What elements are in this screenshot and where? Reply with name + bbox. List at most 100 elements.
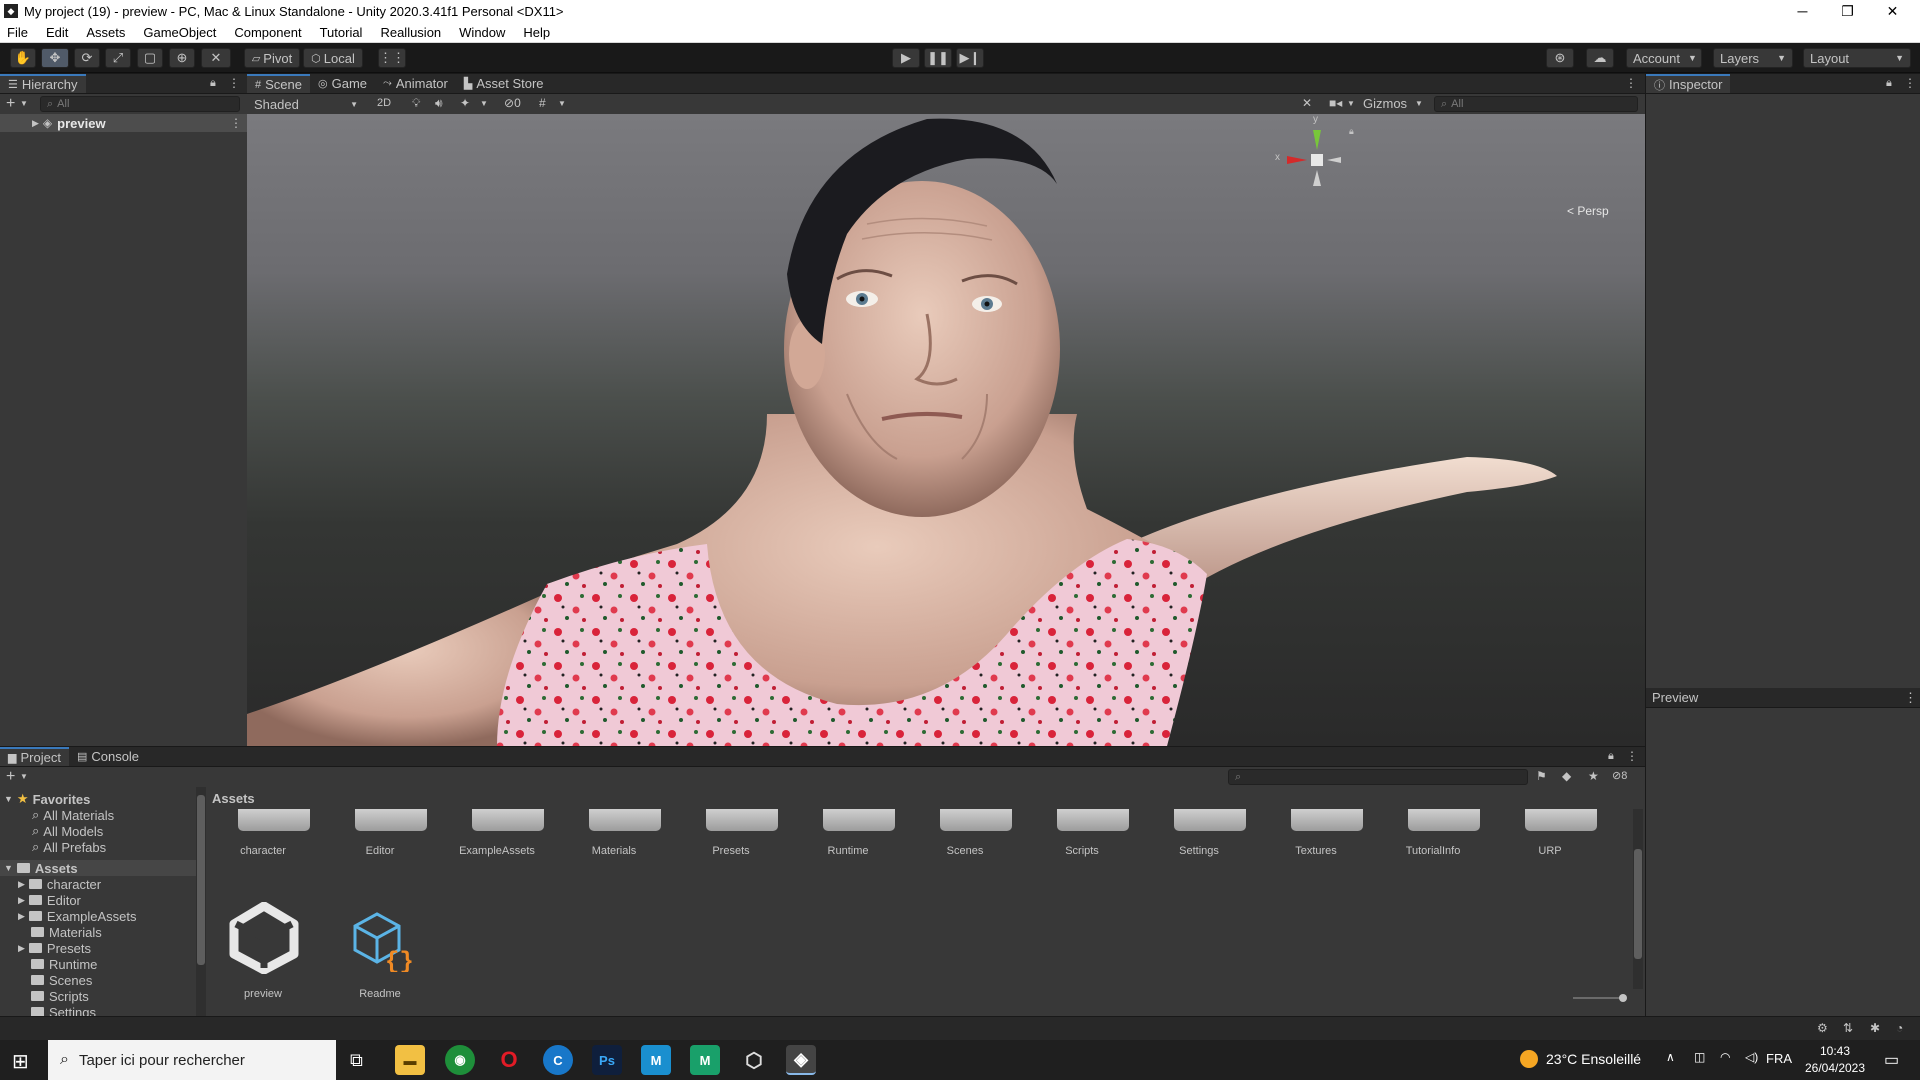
create-asset-icon[interactable]: + — [6, 768, 15, 786]
mode-2d-toggle[interactable]: 2D — [377, 97, 391, 109]
layers-dropdown[interactable]: Layers ▼ — [1713, 48, 1793, 68]
search-by-label-icon[interactable]: ◆ — [1562, 769, 1571, 783]
favorite-all-prefabs[interactable]: ⌕ All Prefabs — [0, 839, 106, 855]
language-indicator[interactable]: FRA — [1766, 1051, 1792, 1066]
kebab-menu-icon[interactable]: ⋮ — [1904, 76, 1916, 90]
play-button[interactable]: ▶ — [892, 48, 920, 68]
weather-sun-icon[interactable] — [1520, 1050, 1538, 1068]
unity-hub-icon[interactable]: ⬡ — [739, 1045, 769, 1075]
lock-icon[interactable]: 🔒︎ — [1886, 77, 1892, 90]
auto-generate-lighting-icon[interactable]: ⚙ — [1817, 1021, 1828, 1035]
menu-window[interactable]: Window — [450, 25, 514, 40]
tree-folder-materials[interactable]: Materials — [0, 924, 102, 940]
tree-folder-presets[interactable]: ▶ Presets — [0, 940, 91, 956]
grid-folder-tutorialinfo[interactable]: TutorialInfo — [1378, 809, 1488, 879]
grid-file-readme[interactable]: {} Readme — [325, 902, 435, 1002]
camera-icon[interactable]: ■◂ — [1329, 96, 1342, 110]
add-object-icon[interactable]: + — [6, 95, 15, 113]
kebab-menu-icon[interactable]: ⋮ — [1626, 749, 1638, 763]
app-m-icon[interactable]: M — [641, 1045, 671, 1075]
caret-down-icon[interactable]: ▼ — [1415, 99, 1423, 108]
grid-folder-scripts[interactable]: Scripts — [1027, 809, 1137, 879]
preview-header[interactable]: Preview ⋮ — [1646, 688, 1920, 708]
audio-toggle-icon[interactable]: 🔊︎ — [435, 96, 443, 111]
grid-file-preview[interactable]: preview — [208, 902, 318, 1002]
kebab-menu-icon[interactable]: ⋮ — [1625, 76, 1637, 90]
notifications-icon[interactable]: ▭ — [1884, 1050, 1899, 1070]
volume-icon[interactable]: ◁) — [1745, 1050, 1758, 1064]
maximize-button[interactable]: ❐ — [1825, 0, 1870, 22]
shading-mode-dropdown[interactable]: Shaded ▼ — [250, 95, 362, 113]
progress-icon[interactable]: ◔ — [1896, 1021, 1903, 1035]
slider-thumb[interactable] — [1619, 994, 1627, 1002]
tray-chevron-icon[interactable]: ∧ — [1666, 1050, 1675, 1064]
expand-arrow-icon[interactable]: ▼ — [4, 863, 13, 873]
expand-arrow-icon[interactable]: ▶ — [18, 879, 25, 890]
tab-game[interactable]: ◎ Game — [310, 74, 375, 93]
layout-dropdown[interactable]: Layout ▼ — [1803, 48, 1911, 68]
favorite-all-materials[interactable]: ⌕ All Materials — [0, 807, 114, 823]
unity-editor-icon[interactable]: ◈ — [786, 1045, 816, 1075]
kebab-menu-icon[interactable]: ⋮ — [228, 76, 240, 90]
menu-reallusion[interactable]: Reallusion — [371, 25, 450, 40]
debug-mode-icon[interactable]: ✱ — [1870, 1021, 1880, 1035]
kebab-menu-icon[interactable]: ⋮ — [230, 116, 242, 130]
gizmos-dropdown[interactable]: Gizmos — [1363, 96, 1407, 111]
grid-snap-icon[interactable]: ⋮⋮ — [378, 48, 406, 68]
hand-tool-icon[interactable]: ✋ — [10, 48, 36, 68]
pivot-toggle[interactable]: ▱ Pivot — [244, 48, 300, 68]
close-button[interactable]: ✕ — [1870, 0, 1915, 22]
grid-folder-presets[interactable]: Presets — [676, 809, 786, 879]
lock-icon[interactable]: 🔒︎ — [1608, 750, 1614, 763]
lock-icon[interactable]: 🔒︎ — [1349, 126, 1354, 137]
expand-arrow-icon[interactable]: ▶ — [32, 118, 39, 129]
lock-icon[interactable]: 🔒︎ — [210, 77, 216, 90]
network-icon[interactable]: ◫ — [1694, 1050, 1705, 1064]
cortana-icon[interactable]: C — [543, 1045, 573, 1075]
clock[interactable]: 10:43 26/04/2023 — [1800, 1043, 1870, 1077]
file-explorer-icon[interactable]: ▬ — [395, 1045, 425, 1075]
cloud-icon[interactable]: ☁ — [1586, 48, 1614, 68]
tree-folder-exampleassets[interactable]: ▶ ExampleAssets — [0, 908, 137, 924]
windows-start-icon[interactable]: ⊞ — [12, 1049, 29, 1074]
photoshop-icon[interactable]: Ps — [592, 1045, 622, 1075]
tree-folder-scripts[interactable]: Scripts — [0, 988, 89, 1004]
caret-down-icon[interactable]: ▼ — [558, 99, 566, 108]
scene-viewport[interactable]: y x 🔒︎ < Persp — [247, 114, 1645, 746]
effects-toggle-icon[interactable]: ✦ — [460, 96, 470, 110]
chrome-icon[interactable]: ◉ — [445, 1045, 475, 1075]
hidden-objects-toggle[interactable]: ⊘0 — [504, 96, 521, 110]
tree-folder-editor[interactable]: ▶ Editor — [0, 892, 81, 908]
hierarchy-item-preview[interactable]: ▶ ◈ preview ⋮ — [0, 114, 247, 132]
local-toggle[interactable]: ⬡ Local — [303, 48, 363, 68]
collab-status-icon[interactable]: ⇅ — [1843, 1021, 1853, 1035]
hidden-packages-toggle[interactable]: ⊘8 — [1612, 769, 1627, 782]
grid-folder-urp[interactable]: URP — [1495, 809, 1605, 879]
favorite-all-models[interactable]: ⌕ All Models — [0, 823, 103, 839]
tree-folder-character[interactable]: ▶ character — [0, 876, 101, 892]
menu-help[interactable]: Help — [514, 25, 559, 40]
weather-text[interactable]: 23°C Ensoleillé — [1546, 1051, 1641, 1067]
opera-icon[interactable]: O — [494, 1045, 524, 1075]
menu-file[interactable]: File — [0, 25, 37, 40]
tree-folder-settings[interactable]: Settings — [0, 1004, 96, 1016]
grid-folder-character[interactable]: character — [208, 809, 318, 879]
tools-icon[interactable]: ✕ — [1302, 96, 1312, 110]
grid-folder-exampleassets[interactable]: ExampleAssets — [442, 809, 552, 879]
tree-folder-scenes[interactable]: Scenes — [0, 972, 92, 988]
grid-folder-textures[interactable]: Textures — [1261, 809, 1371, 879]
hierarchy-search-input[interactable]: ⌕ All — [40, 96, 240, 112]
move-tool-icon[interactable]: ✥ — [41, 48, 69, 68]
breadcrumb[interactable]: Assets — [212, 791, 255, 806]
tab-console[interactable]: ▤ Console — [69, 747, 147, 766]
tab-asset-store[interactable]: ▙ Asset Store — [456, 74, 552, 93]
icon-size-slider[interactable] — [1573, 994, 1633, 1002]
tree-folder-runtime[interactable]: Runtime — [0, 956, 97, 972]
minimize-button[interactable]: ─ — [1780, 0, 1825, 22]
account-dropdown[interactable]: Account ▼ — [1626, 48, 1702, 68]
transform-tool-icon[interactable]: ⊕ — [169, 48, 195, 68]
grid-folder-runtime[interactable]: Runtime — [793, 809, 903, 879]
menu-gameobject[interactable]: GameObject — [134, 25, 225, 40]
scale-tool-icon[interactable]: ⤢ — [105, 48, 131, 68]
projection-label[interactable]: < Persp — [1567, 204, 1609, 218]
